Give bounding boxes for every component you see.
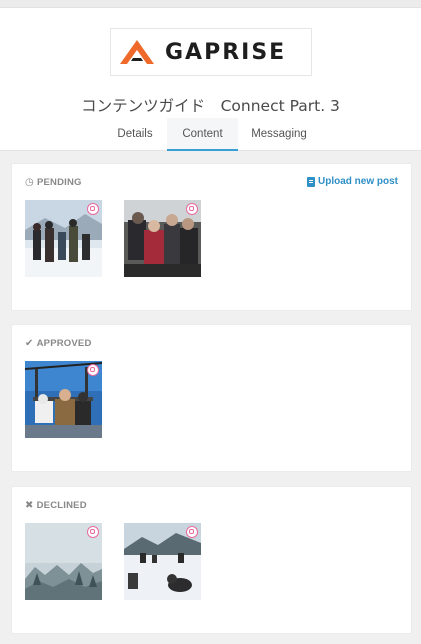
instagram-icon bbox=[87, 203, 99, 215]
pending-section: ◷ PENDING Upload new post bbox=[11, 163, 412, 311]
page-header: GAPRISE コンテンツガイド Connect Part. 3 Details… bbox=[0, 8, 421, 151]
brand-logo: GAPRISE bbox=[110, 28, 312, 76]
tab-bar: Details Content Messaging bbox=[0, 118, 421, 151]
approved-label: APPROVED bbox=[36, 338, 92, 349]
top-strip bbox=[0, 0, 421, 8]
logo-text: GAPRISE bbox=[165, 39, 287, 65]
page-title: コンテンツガイド Connect Part. 3 bbox=[81, 97, 340, 115]
file-upload-icon bbox=[307, 176, 315, 187]
approved-heading: ✔ APPROVED bbox=[25, 338, 92, 349]
upload-new-post-label: Upload new post bbox=[318, 176, 398, 187]
approved-section: ✔ APPROVED bbox=[11, 324, 412, 472]
tab-details[interactable]: Details bbox=[104, 118, 166, 151]
clock-icon: ◷ bbox=[25, 177, 34, 188]
upload-new-post-link[interactable]: Upload new post bbox=[307, 176, 398, 187]
declined-label: DECLINED bbox=[36, 500, 87, 511]
pending-heading: ◷ PENDING bbox=[25, 177, 82, 188]
x-icon: ✖ bbox=[25, 500, 34, 511]
tab-messaging[interactable]: Messaging bbox=[241, 118, 317, 151]
tab-content[interactable]: Content bbox=[167, 118, 238, 151]
post-thumbnail[interactable] bbox=[25, 523, 102, 600]
post-thumbnail[interactable] bbox=[124, 200, 201, 277]
gaprise-logo-icon bbox=[120, 40, 154, 64]
declined-section: ✖ DECLINED bbox=[11, 486, 412, 634]
instagram-icon bbox=[186, 526, 198, 538]
checkmark-icon: ✔ bbox=[25, 338, 34, 349]
pending-label: PENDING bbox=[36, 177, 82, 188]
declined-heading: ✖ DECLINED bbox=[25, 500, 87, 511]
post-thumbnail[interactable] bbox=[25, 361, 102, 438]
instagram-icon bbox=[87, 526, 99, 538]
instagram-icon bbox=[186, 203, 198, 215]
instagram-icon bbox=[87, 364, 99, 376]
post-thumbnail[interactable] bbox=[25, 200, 102, 277]
post-thumbnail[interactable] bbox=[124, 523, 201, 600]
